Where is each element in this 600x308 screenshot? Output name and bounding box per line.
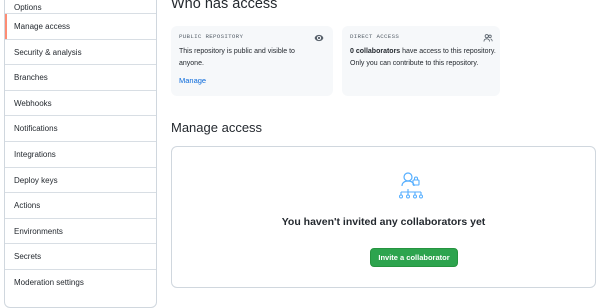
empty-state-message: You haven't invited any collaborators ye… [281,216,486,228]
sidebar-item-label: Actions [14,201,41,211]
collaborators-empty-state: You haven't invited any collaborators ye… [171,146,596,288]
sidebar-item-notifications[interactable]: Notifications [5,116,156,142]
sidebar-item-label: Options [14,3,42,12]
sidebar-item-security-analysis[interactable]: Security & analysis [5,40,156,66]
sidebar-item-label: Security & analysis [14,47,82,57]
direct-access-text: 0 collaborators have access to this repo… [350,46,496,69]
sidebar-item-environments[interactable]: Environments [5,219,156,245]
who-has-access-heading: Who has access [171,0,278,12]
sidebar-item-label: Secrets [14,252,42,262]
sidebar-item-options[interactable]: Options [5,0,156,14]
sidebar-item-deploy-keys[interactable]: Deploy keys [5,168,156,194]
sidebar-item-label: Branches [14,73,48,83]
sidebar-item-label: Manage access [14,22,71,31]
sidebar-item-moderation-settings[interactable]: Moderation settings [5,270,156,296]
collaborator-count: 0 collaborators [350,48,401,55]
sidebar-item-label: Notifications [14,124,58,134]
public-repository-text: This repository is public and visible to… [179,48,295,67]
sidebar-item-label: Deploy keys [14,175,58,185]
sidebar-item-integrations[interactable]: Integrations [5,142,156,168]
eye-icon [314,30,324,42]
public-repository-card: PUBLIC REPOSITORY This repository is pub… [171,26,333,96]
manage-visibility-link[interactable]: Manage [179,76,206,85]
sidebar-item-label: Moderation settings [14,277,84,287]
main-content: Who has access PUBLIC REPOSITORY This re… [171,0,600,300]
manage-access-heading: Manage access [171,120,263,135]
sidebar-item-branches[interactable]: Branches [5,65,156,91]
sidebar-item-webhooks[interactable]: Webhooks [5,91,156,117]
public-repository-label: PUBLIC REPOSITORY [179,33,244,40]
direct-access-label: DIRECT ACCESS [350,33,400,40]
collaborators-icon [398,171,428,199]
invite-collaborator-button[interactable]: Invite a collaborator [370,248,458,267]
sidebar-item-label: Webhooks [14,98,52,108]
sidebar-item-label: Integrations [14,149,56,159]
sidebar-item-label: Environments [14,226,63,236]
settings-sidebar: Options Manage access Security & analysi… [4,0,157,308]
sidebar-item-manage-access[interactable]: Manage access [5,14,156,40]
people-icon [483,30,493,42]
sidebar-item-secrets[interactable]: Secrets [5,244,156,270]
sidebar-item-actions[interactable]: Actions [5,193,156,219]
direct-access-card: DIRECT ACCESS 0 collaborators have acces… [342,26,500,96]
